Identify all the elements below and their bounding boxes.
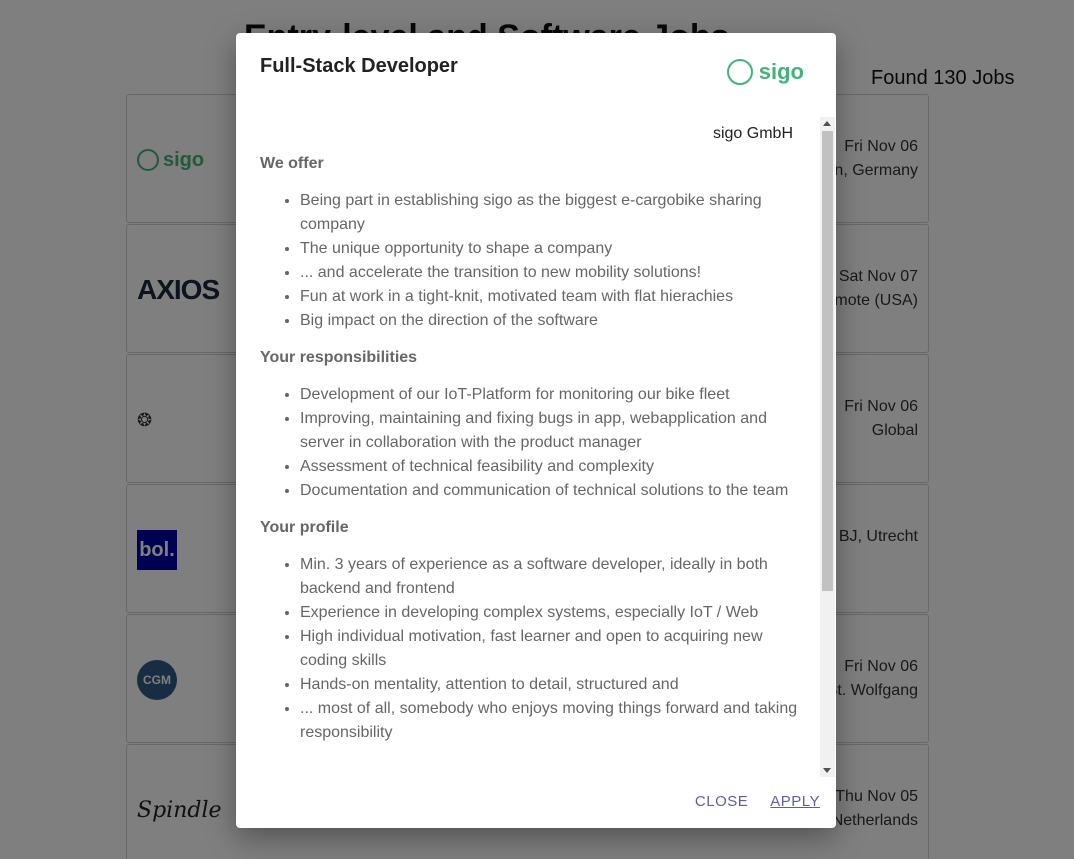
section-heading: Your profile (260, 519, 349, 536)
scroll-down-arrow-icon[interactable] (823, 768, 831, 773)
list-item: Experience in developing complex systems… (300, 601, 805, 625)
list-item: Big impact on the direction of the softw… (300, 309, 805, 333)
company-logo-text: sigo (758, 59, 804, 84)
scroll-up-arrow-icon[interactable] (823, 121, 831, 126)
list-item: Min. 3 years of experience as a software… (300, 553, 805, 601)
dialog-title: Full-Stack Developer (260, 55, 458, 77)
company-logo: sigo (726, 59, 804, 85)
apply-button[interactable]: APPLY (770, 793, 820, 810)
dialog-actions: CLOSE APPLY (695, 793, 820, 810)
list-item: ... most of all, somebody who enjoys mov… (300, 697, 805, 745)
section-heading: Your responsibilities (260, 349, 418, 366)
company-name: sigo GmbH (712, 125, 793, 142)
list-item: Improving, maintaining and fixing bugs i… (300, 407, 805, 455)
sigo-logo-icon (726, 59, 753, 85)
list-item: The unique opportunity to shape a compan… (300, 237, 805, 261)
list-item: High individual motivation, fast learner… (300, 625, 805, 673)
list-item: Fun at work in a tight-knit, motivated t… (300, 285, 805, 309)
close-button[interactable]: CLOSE (695, 793, 748, 810)
dialog-content[interactable]: sigo GmbH We offer Being part in establis… (260, 117, 830, 777)
bullet-list: Being part in establishing sigo as the b… (260, 189, 805, 333)
bullet-list: Development of our IoT-Platform for moni… (260, 383, 805, 503)
scrollbar[interactable] (820, 117, 835, 777)
list-item: Documentation and communication of techn… (300, 479, 805, 503)
bullet-list: Min. 3 years of experience as a software… (260, 553, 805, 745)
list-item: Development of our IoT-Platform for moni… (300, 383, 805, 407)
list-item: Assessment of technical feasibility and … (300, 455, 805, 479)
list-item: ... and accelerate the transition to new… (300, 261, 805, 285)
section-heading: We offer (260, 155, 324, 172)
job-description: We offer Being part in establishing sigo … (260, 155, 830, 745)
list-item: Being part in establishing sigo as the b… (300, 189, 805, 237)
job-detail-dialog: Full-Stack Developer sigo sigo GmbH We o… (236, 33, 836, 828)
scroll-thumb[interactable] (822, 131, 833, 591)
list-item: Hands-on mentality, attention to detail,… (300, 673, 805, 697)
